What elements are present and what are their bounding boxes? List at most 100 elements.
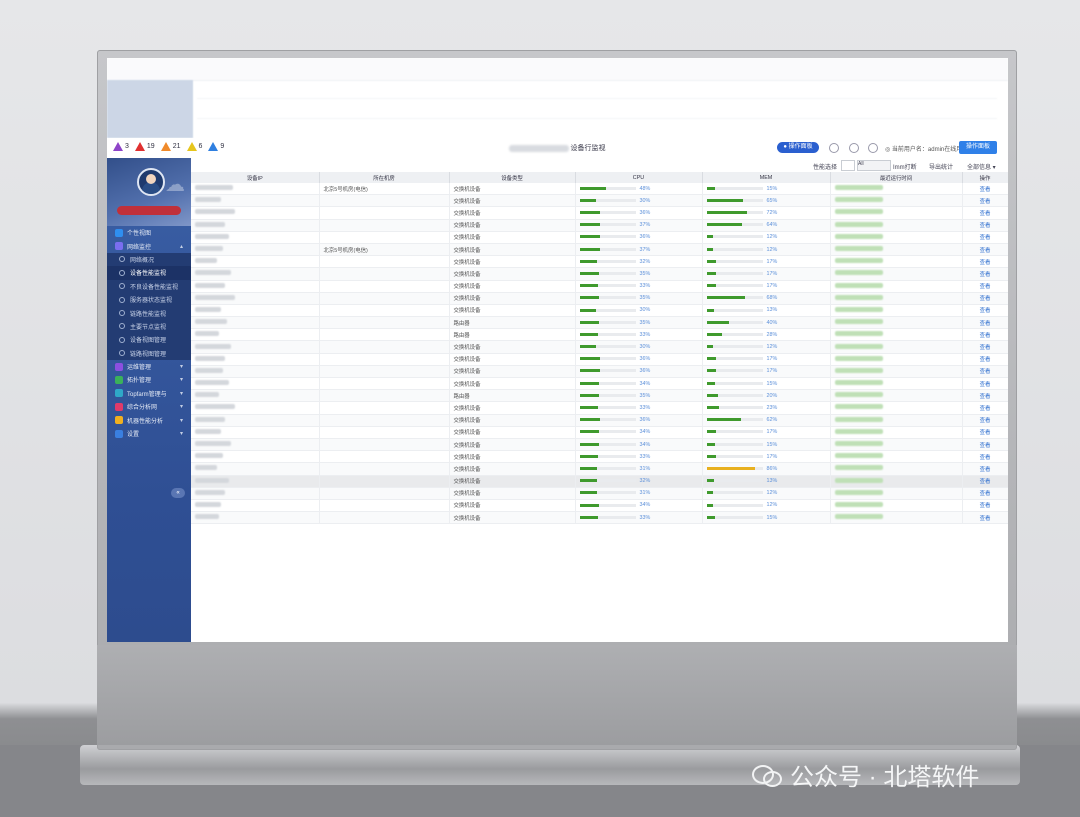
alert-counters[interactable]: 3 19 21 6 9 (113, 142, 224, 151)
alert-counter[interactable]: 21 (160, 142, 181, 151)
export-hint[interactable]: 导出统计 (929, 162, 953, 171)
view-link[interactable]: 查看 (962, 206, 1008, 220)
table-row[interactable]: 交换机设备 35% 17% 查看 (191, 267, 1008, 281)
table-row[interactable]: 路由器 35% 40% 查看 (191, 316, 1008, 330)
bell-icon[interactable] (829, 143, 839, 153)
info-icon[interactable] (868, 143, 878, 153)
table-row[interactable]: 交换机设备 30% 65% 查看 (191, 194, 1008, 208)
view-link[interactable]: 查看 (962, 365, 1008, 379)
sidebar-item[interactable]: 网络监控 ▴ (107, 239, 191, 252)
view-link[interactable]: 查看 (962, 243, 1008, 257)
settings-icon[interactable] (849, 143, 859, 153)
alert-counter[interactable]: 19 (134, 142, 155, 151)
user-name-badge[interactable] (117, 206, 181, 215)
column-header[interactable]: 最近运行时间 (830, 172, 963, 183)
table-row[interactable]: 路由器 35% 20% 查看 (191, 389, 1008, 403)
view-link[interactable]: 查看 (962, 304, 1008, 318)
column-header[interactable]: MEM (702, 172, 831, 183)
table-row[interactable]: 交换机设备 36% 17% 查看 (191, 353, 1008, 366)
sidebar-item[interactable]: 机器性能分析 ▾ (107, 413, 191, 426)
sidebar-item[interactable]: 拓扑管理 ▾ (107, 373, 191, 386)
sidebar-item[interactable]: 综合分析网 ▾ (107, 400, 191, 413)
table-row[interactable]: 交换机设备 32% 17% 查看 (191, 255, 1008, 269)
view-link[interactable]: 查看 (962, 475, 1008, 488)
table-row[interactable]: 交换机设备 37% 64% 查看 (191, 219, 1008, 232)
table-row[interactable]: 交换机设备 33% 23% 查看 (191, 401, 1008, 415)
alert-counter[interactable]: 3 (113, 142, 129, 151)
column-header[interactable]: 设备类型 (449, 172, 576, 183)
column-header[interactable]: 设备IP (191, 172, 320, 183)
table-row[interactable]: 北京5号机房(电信) 交换机设备 37% 12% 查看 (191, 243, 1008, 257)
view-link[interactable]: 查看 (962, 389, 1008, 403)
table-row[interactable]: 交换机设备 30% 13% 查看 (191, 304, 1008, 318)
table-row[interactable]: 交换机设备 33% 17% 查看 (191, 280, 1008, 293)
view-link[interactable]: 查看 (962, 194, 1008, 208)
table-row[interactable]: 交换机设备 36% 17% 查看 (191, 365, 1008, 379)
more-dropdown[interactable]: 全部信息 ▾ (967, 162, 996, 171)
view-link[interactable]: 查看 (962, 353, 1008, 366)
view-link[interactable]: 查看 (962, 280, 1008, 293)
table-row[interactable]: 交换机设备 34% 15% 查看 (191, 438, 1008, 452)
sidebar-subitem[interactable]: 服务器状态监视 (107, 292, 191, 307)
sidebar-item[interactable]: 设置 ▾ (107, 427, 191, 440)
sidebar-subitem[interactable]: 设备性能监视 (107, 266, 191, 280)
action-button[interactable]: 操作面板 (959, 141, 997, 154)
table-row[interactable]: 交换机设备 36% 72% 查看 (191, 206, 1008, 220)
view-link[interactable]: 查看 (962, 231, 1008, 244)
view-link[interactable]: 查看 (962, 219, 1008, 232)
sidebar-subitem[interactable]: 不良设备性能监视 (107, 279, 191, 293)
view-link[interactable]: 查看 (962, 292, 1008, 305)
view-link[interactable]: 查看 (962, 316, 1008, 330)
alert-counter[interactable]: 6 (186, 142, 202, 151)
view-link[interactable]: 查看 (962, 438, 1008, 452)
table-row[interactable]: 交换机设备 31% 12% 查看 (191, 487, 1008, 500)
view-link[interactable]: 查看 (962, 377, 1008, 391)
view-link[interactable]: 查看 (962, 183, 1008, 196)
search-hint[interactable]: Imm打断 (893, 162, 917, 171)
table-row[interactable]: 交换机设备 34% 17% 查看 (191, 426, 1008, 439)
view-link[interactable]: 查看 (962, 450, 1008, 464)
table-row[interactable]: 交换机设备 34% 12% 查看 (191, 499, 1008, 513)
sidebar-item[interactable]: 运维管理 ▾ (107, 360, 191, 373)
sidebar-item[interactable]: 个性视图 (107, 226, 191, 239)
table-row[interactable]: 交换机设备 33% 17% 查看 (191, 450, 1008, 464)
view-link[interactable]: 查看 (962, 511, 1008, 525)
table-row[interactable]: 交换机设备 30% 12% 查看 (191, 340, 1008, 354)
view-link[interactable]: 查看 (962, 426, 1008, 439)
filter-checkbox[interactable] (841, 160, 855, 171)
column-header[interactable]: 操作 (962, 172, 1008, 183)
sidebar-subitem[interactable]: 网络概况 (107, 252, 191, 267)
table-row[interactable]: 交换机设备 34% 15% 查看 (191, 377, 1008, 391)
view-link[interactable]: 查看 (962, 267, 1008, 281)
view-link[interactable]: 查看 (962, 462, 1008, 476)
column-header[interactable]: 所在机房 (319, 172, 450, 183)
view-link[interactable]: 查看 (962, 499, 1008, 513)
alert-counter[interactable]: 9 (208, 142, 224, 151)
table-row[interactable]: 交换机设备 35% 68% 查看 (191, 292, 1008, 305)
usage-bar (706, 284, 763, 288)
view-link[interactable]: 查看 (962, 255, 1008, 269)
sidebar-subitem[interactable]: 主要节点监视 (107, 319, 191, 334)
table-row[interactable]: 交换机设备 36% 62% 查看 (191, 414, 1008, 427)
sidebar-subitem[interactable]: 设备视图管理 (107, 333, 191, 347)
collapse-sidebar-button[interactable]: « (171, 488, 185, 498)
table-row[interactable]: 交换机设备 33% 15% 查看 (191, 511, 1008, 525)
table-row[interactable]: 路由器 33% 28% 查看 (191, 328, 1008, 342)
view-link[interactable]: 查看 (962, 340, 1008, 354)
avatar[interactable] (137, 168, 165, 196)
view-link[interactable]: 查看 (962, 487, 1008, 500)
column-header[interactable]: CPU (575, 172, 703, 183)
table-row[interactable]: 交换机设备 31% 86% 查看 (191, 462, 1008, 476)
view-link[interactable]: 查看 (962, 401, 1008, 415)
sidebar-subitem[interactable]: 链路视图管理 (107, 346, 191, 360)
view-link[interactable]: 查看 (962, 414, 1008, 427)
sidebar-subitem[interactable]: 链路性能监视 (107, 306, 191, 320)
operation-pill-button[interactable]: ● 操作面板 (777, 142, 819, 153)
table-row[interactable]: 交换机设备 36% 12% 查看 (191, 231, 1008, 244)
table-row[interactable]: 交换机设备 32% 13% 查看 (191, 475, 1008, 488)
table-row[interactable]: 北京5号机房(电信) 交换机设备 48% 15% 查看 (191, 183, 1008, 196)
filter-select[interactable]: All (857, 160, 891, 171)
view-link[interactable]: 查看 (962, 328, 1008, 342)
user-status[interactable]: ◎ 当前用户名：admin在线用户 (885, 144, 968, 153)
sidebar-item[interactable]: Topfarm管理与 ▾ (107, 387, 191, 400)
